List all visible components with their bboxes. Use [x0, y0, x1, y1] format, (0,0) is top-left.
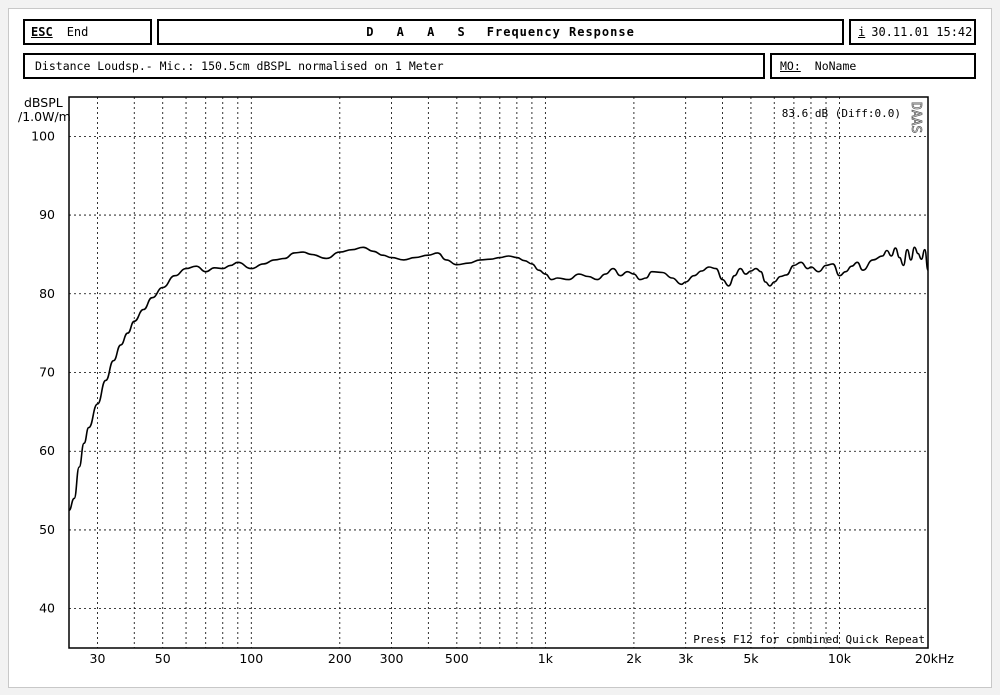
x-tick-label: 2k: [626, 651, 642, 666]
x-tick-label: 3k: [678, 651, 694, 666]
y-tick-label: 100: [31, 128, 55, 143]
response-curve: [68, 246, 929, 512]
y-axis-label-line1: dBSPL: [24, 95, 63, 110]
y-tick-label: 60: [39, 443, 55, 458]
level-annotation: 83.6 dB (Diff:0.0): [782, 107, 901, 120]
x-tick-label: 10k: [828, 651, 852, 666]
y-tick-label: 50: [39, 522, 55, 537]
x-tick-label: 1k: [538, 651, 554, 666]
x-tick-label: 30: [90, 651, 106, 666]
x-tick-label: 50: [155, 651, 171, 666]
frequency-response-chart: 40 50 60 70 80 90 100 30 50 100 200 300 500 1k 2k 3k 5k…: [18, 95, 955, 666]
x-axis-ticks: 30 50 100 200 300 500 1k 2k 3k 5k 10k 20kHz: [90, 651, 955, 666]
y-tick-label: 70: [39, 365, 55, 380]
x-tick-label: 20kHz: [915, 651, 955, 666]
daas-logo: DAAS: [908, 102, 923, 133]
x-tick-label: 200: [328, 651, 352, 666]
x-tick-label: 100: [239, 651, 263, 666]
x-tick-label: 300: [380, 651, 404, 666]
x-tick-label: 5k: [743, 651, 759, 666]
x-tick-label: 500: [445, 651, 469, 666]
y-tick-label: 90: [39, 207, 55, 222]
y-tick-label: 80: [39, 286, 55, 301]
y-axis-ticks: 40 50 60 70 80 90 100: [31, 128, 55, 615]
y-axis-label-line2: /1.0W/m: [18, 109, 71, 124]
y-tick-label: 40: [39, 601, 55, 616]
quick-repeat-hint: Press F12 for combined Quick Repeat: [693, 633, 925, 646]
chart-grid: [69, 97, 929, 648]
